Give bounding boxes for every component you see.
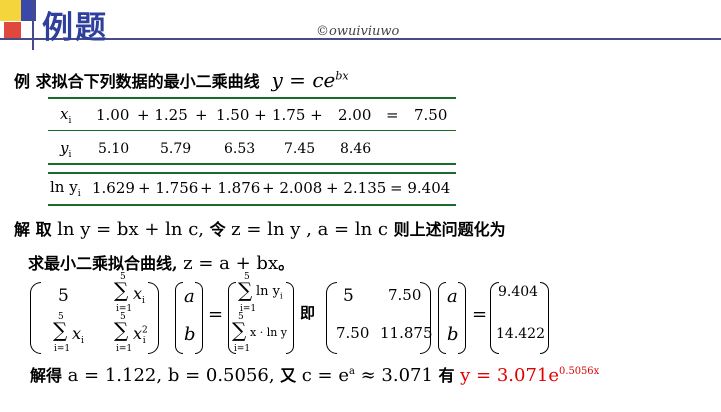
problem-text: 例 求拟合下列数据的最小二乘曲线	[14, 72, 260, 91]
x-value: 1.75 +	[272, 106, 323, 124]
decor-vertical-line	[32, 0, 34, 50]
num-matrix-right-bracket	[420, 282, 431, 354]
final-result: 解得 a = 1.122, b = 0.5056, 又 c = ea ≈ 3.0…	[30, 362, 599, 386]
lny-value: + 1.756	[138, 179, 199, 197]
solution-text: 则上述问题化为	[393, 220, 506, 239]
final-formula: y = 3.071e0.5056x	[460, 365, 600, 386]
num-rhs-cell: 14.422	[496, 326, 545, 342]
x-value: 1.00	[96, 106, 130, 124]
final-c-expr: c = ea ≈ 3.071	[301, 365, 433, 386]
x-value: =	[386, 106, 399, 124]
sum-bottom-label: i=1	[54, 344, 71, 354]
solution-line-2: 求最小二乘拟合曲线, z = a + bx。	[28, 250, 294, 274]
sum-icon: ∑	[238, 278, 253, 302]
rhs-cell: x · ln y	[250, 326, 288, 339]
rhs-right-bracket	[286, 282, 294, 354]
final-text: 解得	[30, 366, 63, 385]
sum-icon: ∑	[53, 318, 68, 342]
num-rhs-right-bracket	[540, 282, 549, 354]
equals-sign: =	[208, 304, 224, 325]
vector2-b: b	[447, 324, 459, 345]
final-values: a = 1.122, b = 0.5056,	[67, 365, 275, 386]
num-matrix-cell: 11.875	[380, 324, 433, 342]
num-rhs-cell: 9.404	[498, 284, 539, 300]
x-value: 1.50 +	[216, 106, 267, 124]
table-row-x: xi 1.00 + 1.25 + 1.50 + 1.75 + 2.00 = 7.…	[48, 99, 456, 130]
matrix-cell: xi	[72, 324, 84, 347]
decor-red-square	[4, 22, 21, 39]
equals-sign: =	[472, 304, 488, 325]
vector-left-bracket	[175, 282, 183, 354]
watermark: ©owuiviuwo	[316, 24, 400, 39]
lny-value: + 2.008	[262, 179, 323, 197]
x-value: 7.50	[414, 106, 448, 124]
sum-bottom-label: i=1	[116, 344, 133, 354]
vector2-left-bracket	[438, 282, 446, 354]
table-row-y: yi 5.10 5.79 6.53 7.45 8.46	[48, 130, 456, 163]
solution-text: 解 取	[14, 220, 52, 239]
sum-icon: ∑	[114, 318, 129, 342]
solution-formula: z = a + bx	[183, 253, 279, 274]
y-value: 7.45	[284, 141, 316, 157]
table-bottom-rule	[48, 204, 456, 206]
lny-value: + 1.876	[200, 179, 261, 197]
x-label: xi	[60, 105, 72, 126]
sum-bottom-label: i=1	[234, 344, 251, 354]
matrix-right-bracket	[148, 282, 159, 354]
sum-icon: ∑	[232, 318, 247, 342]
data-table: xi 1.00 + 1.25 + 1.50 + 1.75 + 2.00 = 7.…	[48, 99, 456, 204]
solution-text: 令	[209, 220, 226, 239]
vector-right-bracket	[195, 282, 203, 354]
problem-formula: y = cebx	[271, 68, 349, 92]
matrix-cell: 5	[58, 286, 69, 306]
matrix-cell: xi	[133, 284, 145, 307]
y-value: 8.46	[340, 141, 372, 157]
num-matrix-cell: 5	[343, 286, 354, 306]
ji-text: 即	[300, 304, 316, 322]
solution-text: 求最小二乘拟合曲线,	[28, 254, 178, 273]
y-value: 5.10	[98, 141, 130, 157]
vector-b: b	[184, 324, 196, 345]
final-text: 有	[438, 366, 455, 385]
vector-a: a	[184, 286, 195, 307]
x-value: +	[195, 106, 208, 124]
solution-text: 。	[278, 254, 295, 273]
lny-value: = 9.404	[390, 179, 451, 197]
x-value: 2.00	[338, 106, 372, 124]
rhs-cell: ln yi	[256, 284, 283, 301]
matrix-left-bracket	[30, 282, 41, 354]
y-value: 5.79	[160, 141, 192, 157]
final-text: 又	[280, 366, 297, 385]
vector2-right-bracket	[458, 282, 466, 354]
num-matrix-cell: 7.50	[336, 324, 370, 342]
lny-value: 1.629	[92, 179, 135, 197]
slide-title: 例题	[42, 10, 108, 46]
problem-statement: 例 求拟合下列数据的最小二乘曲线 y = cebx	[14, 68, 349, 92]
matrix-cell: x2i	[133, 324, 148, 347]
solution-formula: ln y = bx + ln c,	[57, 219, 204, 240]
y-value: 6.53	[224, 141, 256, 157]
num-matrix-cell: 7.50	[388, 286, 422, 304]
lny-value: + 2.135	[326, 179, 387, 197]
y-label: yi	[60, 139, 72, 160]
lny-label: ln yi	[50, 178, 81, 199]
num-matrix-left-bracket	[326, 282, 337, 354]
solution-formula: z = ln y , a = ln c	[231, 219, 388, 240]
decor-yellow-square	[0, 0, 21, 21]
table-row-lny: ln yi 1.629 + 1.756 + 1.876 + 2.008 + 2.…	[48, 172, 456, 204]
normal-equation: 5 5 ∑ i=1 xi 5 ∑ i=1 xi 5 ∑ i=1 x2i a b …	[0, 272, 721, 362]
vector2-a: a	[447, 286, 458, 307]
x-value: + 1.25	[137, 106, 188, 124]
sum-icon: ∑	[114, 278, 129, 302]
solution-line-1: 解 取 ln y = bx + ln c, 令 z = ln y , a = l…	[14, 216, 506, 240]
